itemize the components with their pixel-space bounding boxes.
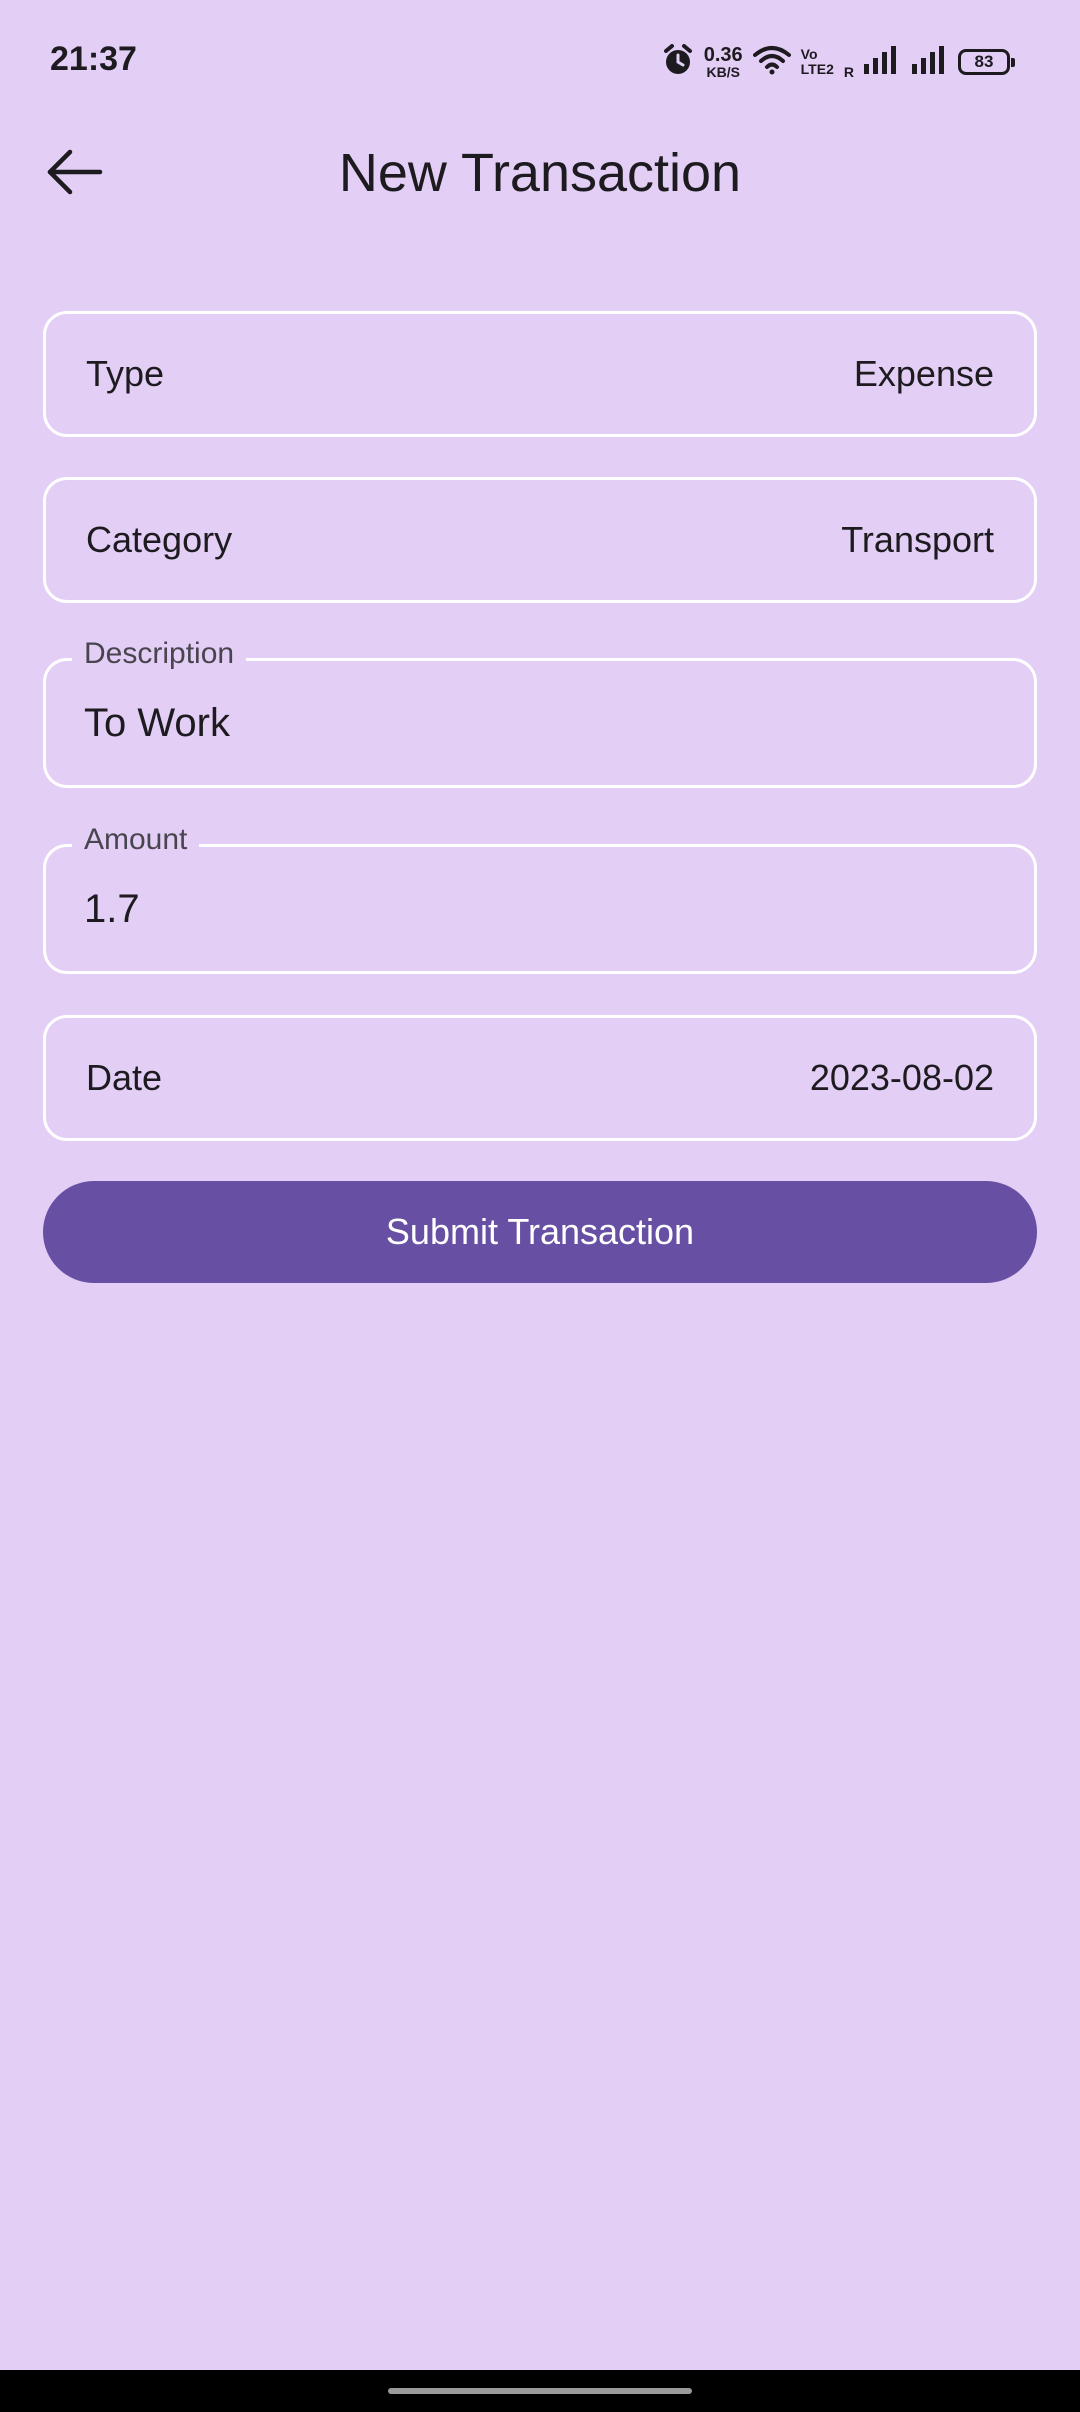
page-title: New Transaction [338, 143, 742, 203]
amount-field: Amount [43, 823, 1037, 974]
system-nav-bar [0, 2370, 1080, 2412]
category-value: Transport [841, 519, 994, 560]
signal-icon [908, 45, 948, 79]
wifi-icon [752, 45, 791, 80]
description-field: Description [43, 637, 1037, 788]
date-value: 2023-08-02 [809, 1057, 994, 1098]
home-indicator[interactable] [388, 2388, 692, 2394]
app-bar: New Transaction [0, 124, 1080, 224]
signal-icon [864, 45, 898, 79]
battery-icon: 83 [958, 49, 1015, 75]
battery-level: 83 [974, 52, 994, 71]
network-speed: 0.36 KB/S [704, 45, 743, 79]
type-field[interactable]: Type Expense [43, 311, 1037, 437]
status-icons: 0.36 KB/S Vo LTE2 R 83 [662, 42, 1015, 82]
description-input[interactable] [84, 701, 984, 746]
status-bar: 21:37 0.36 KB/S Vo LTE2 R 83 [0, 0, 1080, 124]
date-label: Date [86, 1057, 163, 1098]
status-time: 21:37 [50, 40, 137, 78]
category-label: Category [86, 519, 233, 560]
roaming-indicator: R [843, 64, 854, 80]
type-value: Expense [853, 353, 994, 394]
volte-bottom: LTE2 [800, 61, 834, 77]
description-label: Description [72, 637, 247, 671]
amount-input[interactable] [84, 887, 984, 932]
submit-transaction-button[interactable]: Submit Transaction [43, 1181, 1037, 1283]
network-speed-value: 0.36 [703, 44, 743, 66]
date-field[interactable]: Date 2023-08-02 [43, 1015, 1037, 1141]
type-label: Type [86, 353, 165, 394]
network-speed-unit: KB/S [706, 64, 740, 80]
alarm-icon [662, 43, 694, 82]
volte-indicator: Vo LTE2 [801, 47, 834, 76]
category-field[interactable]: Category Transport [43, 477, 1037, 603]
amount-label: Amount [72, 823, 200, 857]
volte-top: Vo [800, 46, 818, 63]
